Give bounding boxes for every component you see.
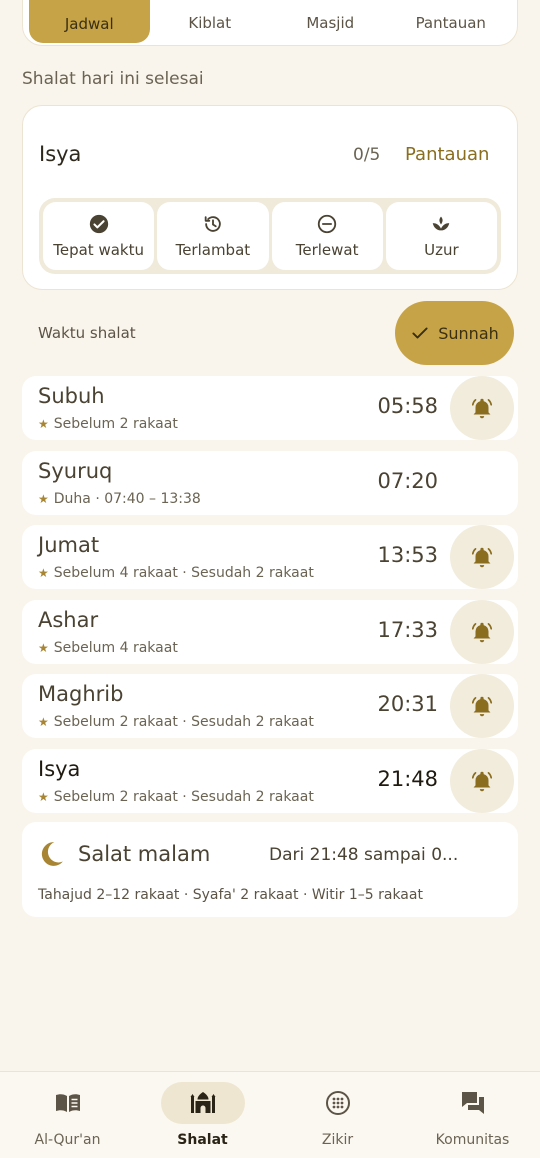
prayer-row-syuruq[interactable]: Syuruq ★ Duha · 07:40 – 13:38 07:20 — [22, 450, 518, 515]
tab-kiblat[interactable]: Kiblat — [150, 6, 271, 40]
nav-item-al-quran[interactable]: Al-Qur'an — [0, 1072, 135, 1158]
mosque-icon — [190, 1092, 215, 1113]
top-tab-bar: Jadwal Kiblat Masjid Pantauan — [22, 0, 518, 46]
nav-item-shalat[interactable]: Shalat — [135, 1072, 270, 1158]
pantauan-link[interactable]: Pantauan — [405, 144, 489, 165]
prayer-sunnah-info: ★ Sebelum 2 rakaat · Sesudah 2 rakaat — [38, 789, 314, 805]
sunnah-label: Sunnah — [438, 323, 499, 343]
nav-item-komunitas[interactable]: Komunitas — [405, 1072, 540, 1158]
prayer-name: Jumat — [38, 533, 100, 557]
tasbih-icon — [325, 1091, 350, 1115]
notification-toggle-button[interactable] — [450, 599, 514, 664]
tab-pantauan[interactable]: Pantauan — [391, 6, 512, 40]
star-icon: ★ — [38, 566, 49, 580]
section-caption: Shalat hari ini selesai — [22, 69, 204, 89]
prayer-name: Ashar — [38, 607, 99, 632]
bell-ring-icon — [471, 696, 493, 717]
status-label: Terlambat — [175, 241, 251, 259]
prayer-sunnah-text: Duha · 07:40 – 13:38 — [53, 490, 201, 507]
prayer-time-list: Subuh ★ Sebelum 2 rakaat 05:58 Syuruq ★ Duha ·… — [22, 376, 518, 823]
tracker-prayer-name: Isya — [39, 142, 82, 166]
bottom-navigation: Al-Qur'an Shalat Zikir Komunitas — [0, 1071, 540, 1158]
book-icon — [55, 1094, 80, 1112]
salat-malam-details: Tahajud 2–12 rakaat · Syafa' 2 rakaat · … — [38, 887, 423, 903]
prayer-sunnah-text: Sebelum 2 rakaat · Sesudah 2 rakaat — [53, 714, 314, 730]
nav-icon-container — [431, 1082, 515, 1124]
status-options: Tepat waktu Terlambat Terlewat Uzur — [39, 198, 501, 274]
salat-malam-card[interactable]: Salat malam Dari 21:48 sampai 0... Tahaj… — [22, 822, 518, 917]
prayer-row-ashar[interactable]: Ashar ★ Sebelum 4 rakaat 17:33 — [22, 599, 518, 664]
nav-label: Shalat — [177, 1132, 228, 1148]
star-icon: ★ — [38, 715, 49, 729]
prayer-sunnah-info: ★ Sebelum 4 rakaat — [38, 640, 178, 656]
nav-label: Zikir — [321, 1132, 354, 1148]
prayer-time: 05:58 — [377, 394, 438, 418]
status-tepat-waktu-button[interactable]: Tepat waktu — [43, 202, 155, 270]
bell-ring-icon — [471, 622, 493, 642]
prayer-time: 20:31 — [377, 692, 438, 716]
lotus-icon — [433, 216, 450, 231]
star-icon: ★ — [38, 491, 49, 506]
prayer-sunnah-text: Sebelum 4 rakaat · Sesudah 2 rakaat — [53, 565, 314, 581]
nav-label: Komunitas — [435, 1132, 510, 1148]
star-icon: ★ — [38, 417, 49, 431]
prayer-name: Syuruq — [38, 458, 113, 483]
status-terlambat-button[interactable]: Terlambat — [157, 202, 269, 270]
prayer-sunnah-info: ★ Sebelum 2 rakaat — [38, 416, 178, 432]
nav-icon-container — [160, 1082, 245, 1124]
sunnah-toggle-button[interactable]: Sunnah — [395, 301, 514, 365]
status-label: Terlewat — [295, 241, 359, 259]
tracker-count: 0/5 — [353, 145, 381, 165]
prayer-sunnah-info: ★ Sebelum 4 rakaat · Sesudah 2 rakaat — [38, 565, 314, 581]
prayer-name: Subuh — [38, 384, 105, 408]
star-icon: ★ — [38, 789, 49, 804]
prayer-tracker-card: Isya 0/5 Pantauan Tepat waktu Terlambat … — [22, 105, 518, 290]
prayer-row-jumat[interactable]: Jumat ★ Sebelum 4 rakaat · Sesudah 2 rakaa… — [22, 525, 518, 589]
tab-masjid[interactable]: Masjid — [270, 6, 391, 40]
nav-icon-container — [296, 1082, 380, 1124]
prayer-sunnah-info: ★ Sebelum 2 rakaat · Sesudah 2 rakaat — [38, 714, 314, 730]
prayer-time: 07:20 — [377, 468, 438, 493]
notification-toggle-button[interactable] — [450, 376, 514, 440]
check-circle-icon — [89, 214, 108, 234]
prayer-time: 17:33 — [377, 617, 438, 642]
prayer-name: Maghrib — [38, 682, 124, 706]
history-icon — [204, 216, 221, 232]
salat-malam-range: Dari 21:48 sampai 0... — [269, 845, 459, 865]
prayer-row-subuh[interactable]: Subuh ★ Sebelum 2 rakaat 05:58 — [22, 376, 518, 440]
nav-icon-container — [26, 1082, 110, 1124]
bell-ring-icon — [471, 771, 493, 791]
prayer-name: Isya — [38, 756, 81, 781]
waktu-shalat-label: Waktu shalat — [38, 324, 136, 342]
status-uzur-button[interactable]: Uzur — [385, 202, 497, 270]
prayer-row-maghrib[interactable]: Maghrib ★ Sebelum 2 rakaat · Sesudah 2 rak… — [22, 674, 518, 738]
nav-label: Al-Qur'an — [34, 1132, 101, 1148]
status-label: Tepat waktu — [53, 241, 144, 259]
notification-toggle-button[interactable] — [450, 525, 514, 589]
bell-ring-icon — [471, 547, 493, 568]
prayer-sunnah-text: Sebelum 2 rakaat · Sesudah 2 rakaat — [53, 788, 314, 805]
nav-item-zikir[interactable]: Zikir — [270, 1072, 405, 1158]
prayer-row-isya[interactable]: Isya ★ Sebelum 2 rakaat · Sesudah 2 rakaat… — [22, 748, 518, 813]
status-label: Uzur — [424, 241, 459, 259]
notification-toggle-button[interactable] — [450, 674, 514, 738]
notification-toggle-button[interactable] — [450, 748, 514, 813]
moon-icon — [41, 842, 63, 866]
prayer-sunnah-info: ★ Duha · 07:40 – 13:38 — [38, 491, 201, 507]
minus-circle-icon — [317, 214, 337, 234]
check-icon — [412, 327, 428, 339]
prayer-sunnah-text: Sebelum 2 rakaat — [53, 416, 178, 432]
prayer-sunnah-text: Sebelum 4 rakaat — [53, 639, 178, 656]
bell-ring-icon — [471, 398, 493, 419]
salat-malam-title: Salat malam — [78, 842, 211, 866]
status-terlewat-button[interactable]: Terlewat — [271, 202, 383, 270]
tab-jadwal[interactable]: Jadwal — [29, 0, 150, 43]
prayer-time: 21:48 — [377, 766, 438, 791]
prayer-time: 13:53 — [377, 543, 438, 567]
chat-icon — [461, 1092, 484, 1114]
star-icon: ★ — [38, 640, 49, 655]
